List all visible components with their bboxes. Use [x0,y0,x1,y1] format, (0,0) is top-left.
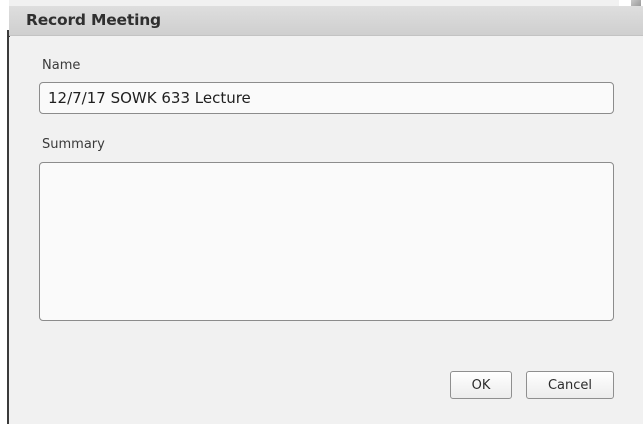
record-meeting-dialog: Record Meeting Name Summary OK Cancel [0,0,643,424]
ok-button[interactable]: OK [450,371,512,399]
dialog-body: Name Summary OK Cancel [9,37,643,424]
dialog-titlebar[interactable]: Record Meeting [9,6,643,36]
summary-textarea[interactable] [39,162,614,321]
cancel-button[interactable]: Cancel [526,371,614,399]
name-input[interactable] [39,82,614,114]
dialog-title: Record Meeting [26,11,161,29]
summary-label: Summary [42,137,105,152]
name-label: Name [42,58,81,73]
